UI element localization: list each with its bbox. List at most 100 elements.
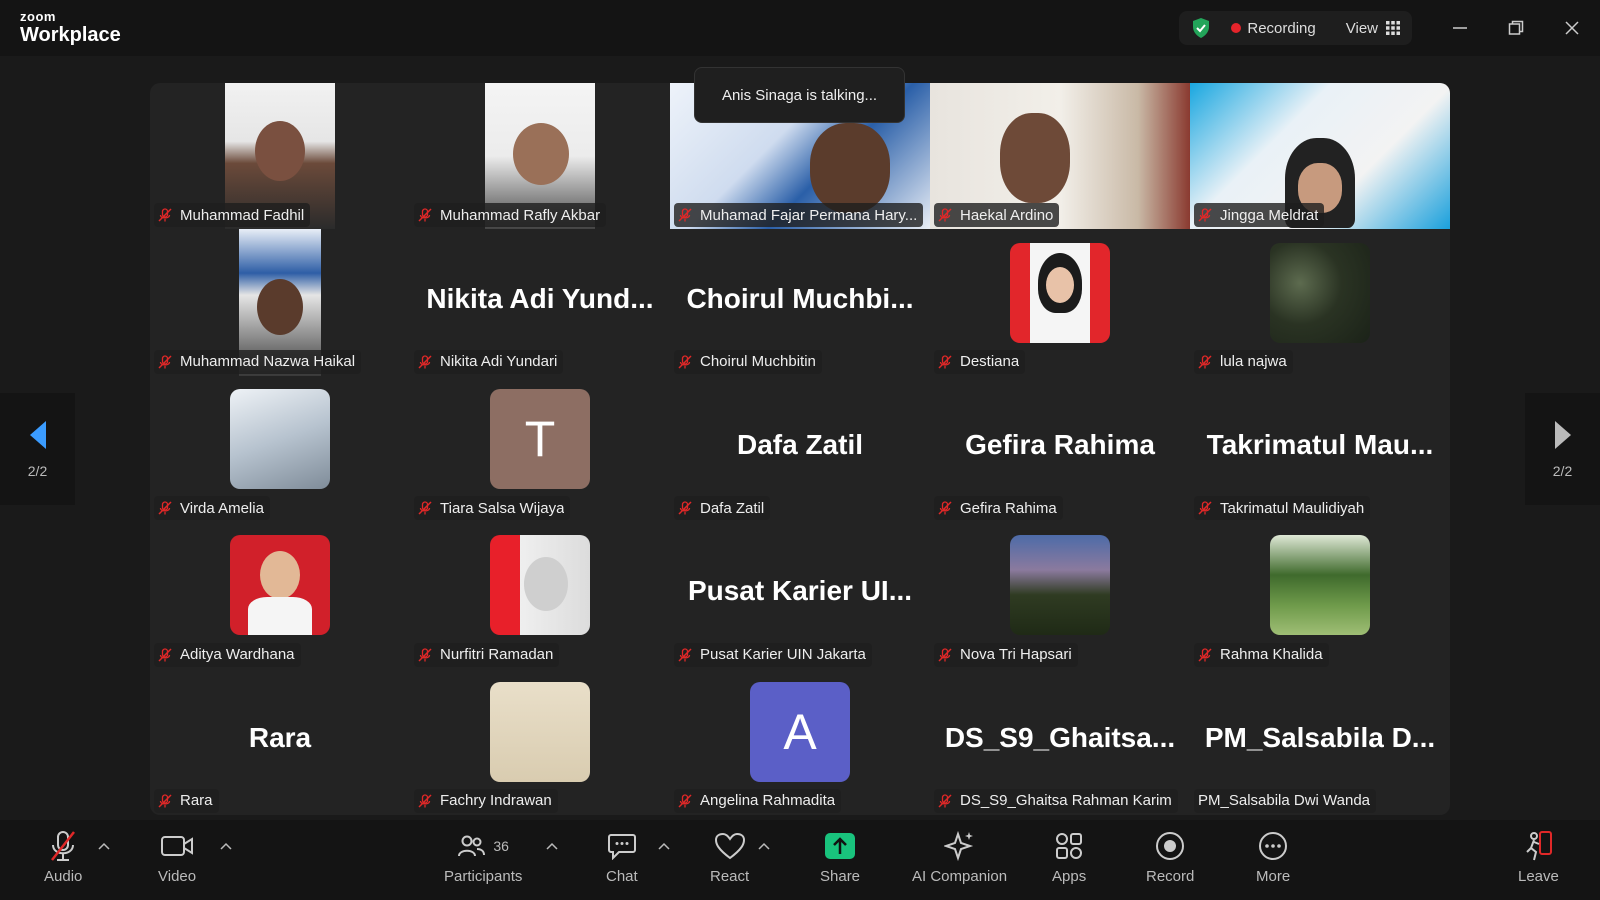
participant-tile[interactable]: Muhammad Nazwa Haikal xyxy=(150,229,410,376)
participant-avatar xyxy=(1270,535,1370,636)
view-button-label[interactable]: View xyxy=(1346,20,1378,37)
participant-name: Fachry Indrawan xyxy=(440,792,552,810)
participant-tile[interactable]: lula najwa xyxy=(1190,229,1450,375)
participant-tile[interactable]: Fachry Indrawan xyxy=(410,669,670,815)
audio-button[interactable]: Audio xyxy=(44,828,82,898)
video-button[interactable]: Video xyxy=(158,828,196,898)
participant-avatar: A xyxy=(750,681,850,782)
participant-name-tag: Muhammad Rafly Akbar xyxy=(414,203,607,228)
participant-tile[interactable]: Dafa Zatil Dafa Zatil xyxy=(670,376,930,522)
participant-tile[interactable]: Nikita Adi Yund... Nikita Adi Yundari xyxy=(410,229,670,375)
leave-button[interactable]: Leave xyxy=(1518,828,1559,898)
participant-name-tag: Nova Tri Hapsari xyxy=(934,642,1078,667)
participant-display-name: Takrimatul Mau... xyxy=(1206,429,1434,461)
participant-tile[interactable]: Destiana xyxy=(930,229,1190,375)
participant-name: DS_S9_Ghaitsa Rahman Karim xyxy=(960,792,1172,810)
restore-button[interactable] xyxy=(1488,0,1544,56)
participant-name: Rahma Khalida xyxy=(1220,646,1323,664)
participant-tile[interactable]: Aditya Wardhana xyxy=(150,522,410,668)
participant-tile[interactable]: Rara Rara xyxy=(150,669,410,815)
react-options-chevron-up-icon[interactable] xyxy=(758,842,770,850)
chat-button[interactable]: Chat xyxy=(606,828,638,898)
participant-tile[interactable]: A Angelina Rahmadita xyxy=(670,669,930,815)
participant-name: Muhammad Rafly Akbar xyxy=(440,206,601,224)
ai-companion-label: AI Companion xyxy=(912,868,1008,885)
participant-avatar: T xyxy=(490,388,590,489)
participants-icon xyxy=(458,835,486,857)
security-shield-icon[interactable] xyxy=(1191,17,1211,39)
participant-display-name: Choirul Muchbi... xyxy=(686,282,914,314)
participant-name: Destiana xyxy=(960,353,1020,371)
mic-muted-icon xyxy=(158,647,172,662)
participant-tile[interactable]: Gefira Rahima Gefira Rahima xyxy=(930,376,1190,522)
participant-name: Muhamad Fajar Permana Hary... xyxy=(700,206,918,224)
chat-options-chevron-up-icon[interactable] xyxy=(658,842,670,850)
heart-icon xyxy=(714,832,745,860)
participant-name-tag: lula najwa xyxy=(1194,349,1293,374)
record-button[interactable]: Record xyxy=(1146,828,1194,898)
participant-tile[interactable]: Virda Amelia xyxy=(150,376,410,522)
ai-companion-button[interactable]: AI Companion xyxy=(912,828,1007,898)
participant-display-name: Rara xyxy=(248,721,312,753)
chat-label: Chat xyxy=(606,868,638,885)
record-icon xyxy=(1156,832,1185,860)
audio-options-chevron-up-icon[interactable] xyxy=(98,842,110,850)
participant-tile[interactable]: DS_S9_Ghaitsa... DS_S9_Ghaitsa Rahman Ka… xyxy=(930,669,1190,815)
participant-display-name: Pusat Karier UI... xyxy=(687,575,913,607)
mic-muted-icon xyxy=(1198,208,1212,222)
more-button[interactable]: More xyxy=(1256,828,1290,898)
mic-muted-icon xyxy=(678,647,692,662)
participant-tile[interactable]: Jingga Meldrat xyxy=(1190,83,1450,230)
mic-muted-icon xyxy=(1198,647,1212,662)
participant-name: Choirul Muchbitin xyxy=(700,353,816,371)
participant-tile[interactable]: Choirul Muchbi... Choirul Muchbitin xyxy=(670,229,930,375)
participant-tile[interactable]: Rahma Khalida xyxy=(1190,522,1450,668)
audio-label: Audio xyxy=(44,868,83,885)
participant-name-tag: Rahma Khalida xyxy=(1194,642,1329,667)
participant-name-tag: DS_S9_Ghaitsa Rahman Karim xyxy=(934,788,1178,813)
participant-name-tag: PM_Salsabila Dwi Wanda xyxy=(1194,788,1377,813)
participant-name: Tiara Salsa Wijaya xyxy=(440,499,565,517)
recording-label[interactable]: Recording xyxy=(1247,20,1315,37)
mic-muted-icon xyxy=(158,355,172,369)
participant-tile[interactable]: Pusat Karier UI... Pusat Karier UIN Jaka… xyxy=(670,522,930,668)
participant-tile[interactable]: Nova Tri Hapsari xyxy=(930,522,1190,668)
record-label: Record xyxy=(1146,868,1195,885)
title-bar: zoom Workplace Recording View xyxy=(0,0,1600,56)
participants-button[interactable]: 36 Participants xyxy=(444,828,522,898)
participant-tile[interactable]: Haekal Ardino xyxy=(930,83,1190,230)
participant-avatar xyxy=(230,535,330,636)
participant-name-tag: Jingga Meldrat xyxy=(1194,203,1325,228)
share-button[interactable]: Share xyxy=(820,828,860,898)
mic-muted-icon xyxy=(158,208,172,222)
participant-avatar xyxy=(490,535,590,636)
participant-tile[interactable]: PM_Salsabila D... PM_Salsabila Dwi Wanda xyxy=(1190,669,1450,815)
participant-tile[interactable]: Nurfitri Ramadan xyxy=(410,522,670,668)
apps-icon xyxy=(1056,833,1083,859)
participant-tile[interactable]: Takrimatul Mau... Takrimatul Maulidiyah xyxy=(1190,376,1450,522)
minimize-button[interactable] xyxy=(1432,0,1488,56)
participant-name-tag: Haekal Ardino xyxy=(934,203,1060,228)
participant-tile[interactable]: Muhammad Fadhil xyxy=(150,83,410,230)
apps-button[interactable]: Apps xyxy=(1052,828,1086,898)
participant-name: Rara xyxy=(180,792,213,810)
participant-name: Jingga Meldrat xyxy=(1220,206,1319,224)
react-button[interactable]: React xyxy=(710,828,749,898)
arrow-left-icon xyxy=(29,421,46,449)
participant-name: Virda Amelia xyxy=(180,499,264,517)
grid-view-icon[interactable] xyxy=(1386,21,1400,35)
mic-muted-icon xyxy=(1198,355,1212,369)
participant-name: lula najwa xyxy=(1220,353,1287,371)
participant-name-tag: Choirul Muchbitin xyxy=(674,349,822,374)
participant-tile[interactable]: T Tiara Salsa Wijaya xyxy=(410,376,670,522)
previous-page-button[interactable]: 2/2 xyxy=(0,393,75,505)
close-button[interactable] xyxy=(1544,0,1600,56)
mic-muted-icon xyxy=(938,794,952,808)
participant-name-tag: Pusat Karier UIN Jakarta xyxy=(674,642,872,667)
video-options-chevron-up-icon[interactable] xyxy=(220,842,232,850)
participants-options-chevron-up-icon[interactable] xyxy=(546,842,558,850)
participant-name: Dafa Zatil xyxy=(700,499,765,517)
next-page-button[interactable]: 2/2 xyxy=(1525,393,1600,505)
participant-tile[interactable]: Muhammad Rafly Akbar xyxy=(410,83,670,230)
mic-muted-icon xyxy=(418,208,432,222)
